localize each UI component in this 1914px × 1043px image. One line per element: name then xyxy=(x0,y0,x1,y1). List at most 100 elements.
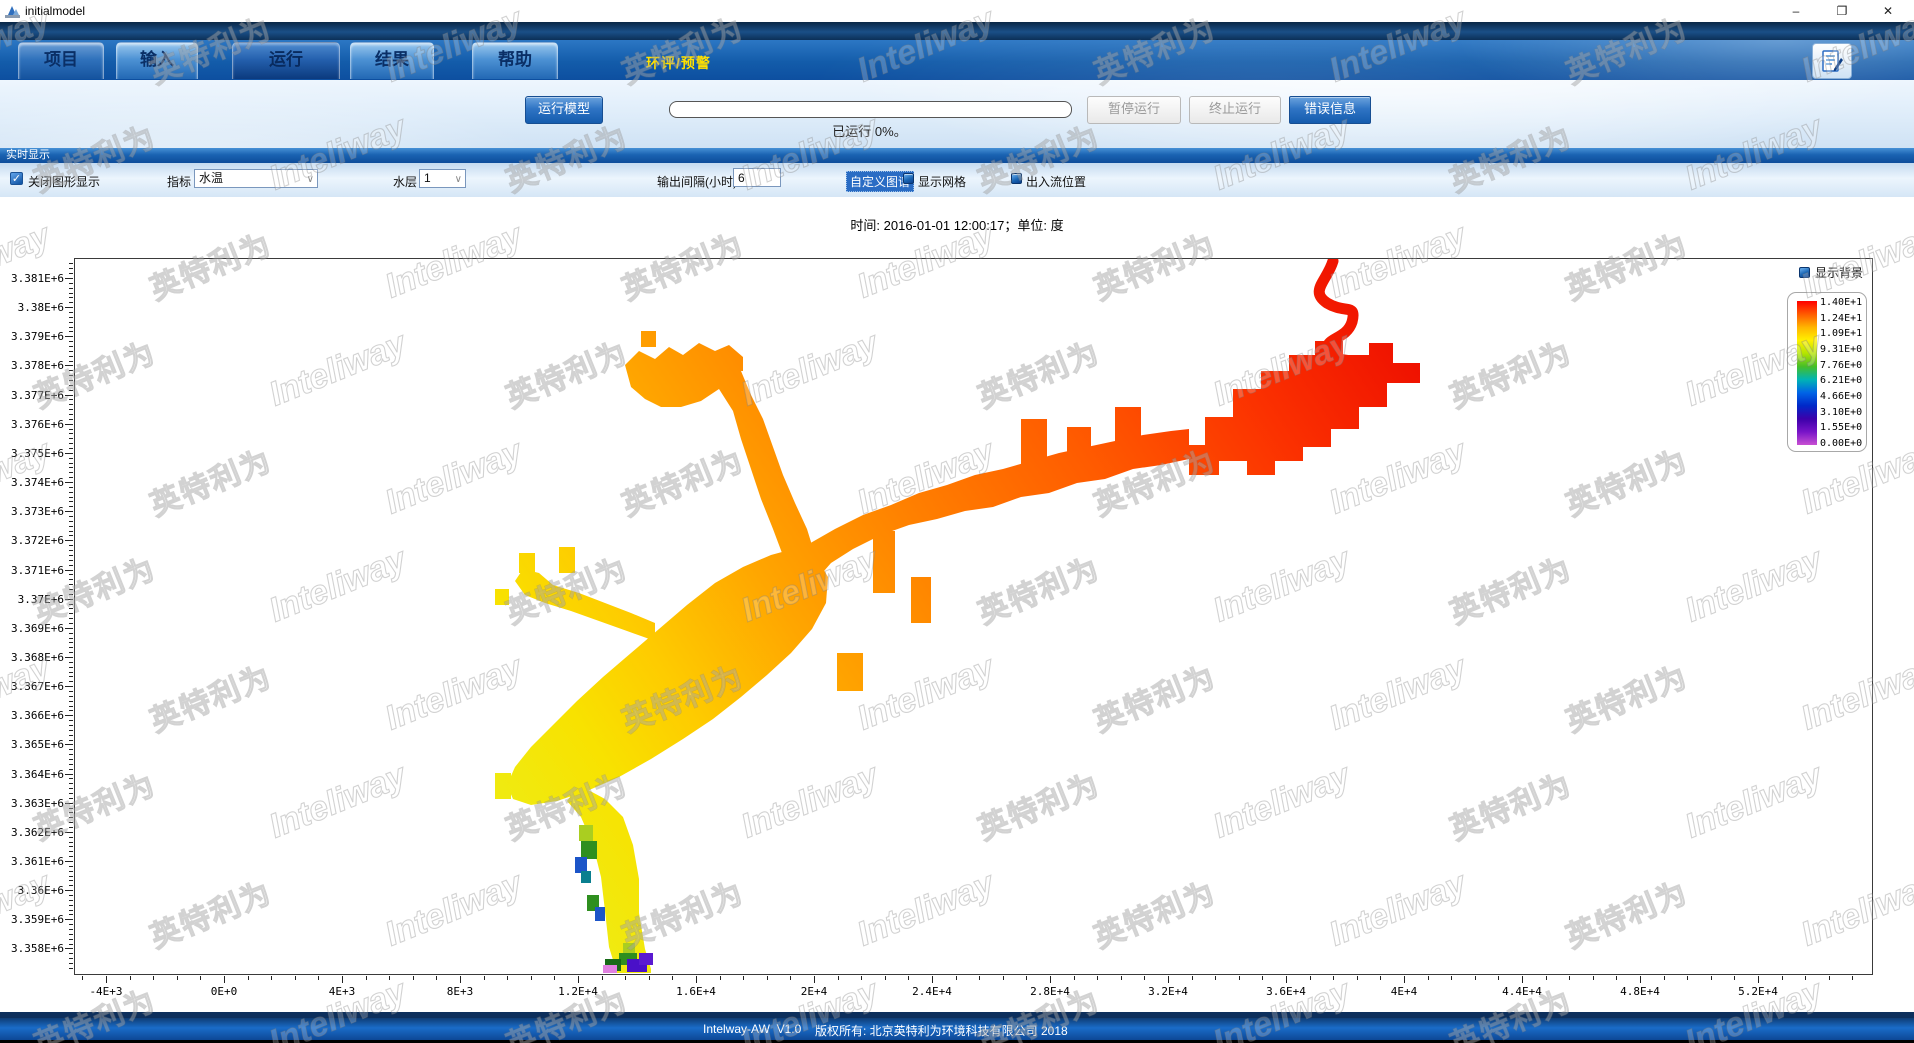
y-major-tick xyxy=(65,511,73,512)
indicator-select[interactable]: 水温 ∨ xyxy=(194,169,318,188)
title-bar: initialmodel – ❐ ✕ xyxy=(0,0,1914,22)
layer-select[interactable]: 1 ∨ xyxy=(419,169,466,188)
x-minor-tick xyxy=(507,976,508,980)
status-bar: Intelway-AW V1.0 版权所有: 北京英特利为环境科技有限公司 20… xyxy=(0,1018,1914,1040)
x-minor-tick xyxy=(1829,976,1830,980)
x-minor-tick xyxy=(1144,976,1145,980)
y-minor-tick xyxy=(69,390,73,391)
y-minor-tick xyxy=(69,851,73,852)
y-minor-tick xyxy=(69,565,73,566)
y-tick-label: 3.378E+6 xyxy=(0,359,64,372)
tab-help[interactable]: 帮助 xyxy=(472,42,558,79)
minimize-button[interactable]: – xyxy=(1774,0,1818,22)
layer-value: 1 xyxy=(424,171,431,185)
y-minor-tick xyxy=(69,608,73,609)
x-major-tick xyxy=(1758,976,1759,983)
y-major-tick xyxy=(65,803,73,804)
y-minor-tick xyxy=(69,618,73,619)
y-minor-tick xyxy=(69,910,73,911)
y-minor-tick xyxy=(69,463,73,464)
y-minor-tick xyxy=(69,268,73,269)
pause-run-button[interactable]: 暂停运行 xyxy=(1087,96,1181,124)
x-minor-tick xyxy=(1192,976,1193,980)
x-major-tick xyxy=(106,976,107,983)
y-minor-tick xyxy=(69,535,73,536)
y-minor-tick xyxy=(69,327,73,328)
temperature-map xyxy=(75,259,1872,974)
y-minor-tick xyxy=(69,492,73,493)
y-minor-tick xyxy=(69,293,73,294)
run-model-button[interactable]: 运行模型 xyxy=(525,96,603,124)
x-tick-label: 1.2E+4 xyxy=(546,985,610,998)
x-tick-label: 2.4E+4 xyxy=(900,985,964,998)
y-minor-tick xyxy=(69,759,73,760)
y-major-tick xyxy=(65,424,73,425)
x-minor-tick xyxy=(1805,976,1806,980)
y-minor-tick xyxy=(69,681,73,682)
y-minor-tick xyxy=(69,837,73,838)
x-minor-tick xyxy=(1852,976,1853,980)
close-button[interactable]: ✕ xyxy=(1866,0,1910,22)
y-minor-tick xyxy=(69,754,73,755)
y-minor-tick xyxy=(69,846,73,847)
x-major-tick xyxy=(1168,976,1169,983)
y-minor-tick xyxy=(69,895,73,896)
y-minor-tick xyxy=(69,497,73,498)
inout-flow-icon[interactable] xyxy=(1011,173,1022,184)
x-minor-tick xyxy=(1569,976,1570,980)
y-tick-label: 3.372E+6 xyxy=(0,534,64,547)
time-unit-label: 时间: 2016-01-01 12:00:17；单位: 度 xyxy=(0,215,1914,234)
stop-run-button[interactable]: 终止运行 xyxy=(1189,96,1281,124)
tab-project[interactable]: 项目 xyxy=(18,42,104,79)
y-minor-tick xyxy=(69,584,73,585)
close-graph-checkbox[interactable]: ✓ xyxy=(10,172,23,185)
y-minor-tick xyxy=(69,361,73,362)
error-info-button[interactable]: 错误信息 xyxy=(1289,96,1371,124)
y-minor-tick xyxy=(69,380,73,381)
interval-input[interactable] xyxy=(733,168,781,187)
x-major-tick xyxy=(814,976,815,983)
show-background-toggle[interactable]: 显示背景 xyxy=(1799,264,1863,281)
y-tick-label: 3.381E+6 xyxy=(0,272,64,285)
y-minor-tick xyxy=(69,433,73,434)
y-minor-tick xyxy=(69,939,73,940)
legend-value: 1.24E+1 xyxy=(1820,313,1866,324)
x-minor-tick xyxy=(625,976,626,980)
window-title: initialmodel xyxy=(25,4,85,18)
y-minor-tick xyxy=(69,730,73,731)
tab-input[interactable]: 输入 xyxy=(116,42,198,79)
y-minor-tick xyxy=(69,706,73,707)
y-minor-tick xyxy=(69,667,73,668)
tab-results[interactable]: 结果 xyxy=(350,42,434,79)
x-minor-tick xyxy=(908,976,909,980)
y-minor-tick xyxy=(69,924,73,925)
maximize-button[interactable]: ❐ xyxy=(1820,0,1864,22)
y-minor-tick xyxy=(69,356,73,357)
x-minor-tick xyxy=(602,976,603,980)
y-minor-tick xyxy=(69,487,73,488)
x-minor-tick xyxy=(767,976,768,980)
y-major-tick xyxy=(65,832,73,833)
x-minor-tick xyxy=(318,976,319,980)
x-minor-tick xyxy=(885,976,886,980)
tab-run[interactable]: 运行 xyxy=(232,42,340,79)
y-major-tick xyxy=(65,628,73,629)
x-tick-label: 3.2E+4 xyxy=(1136,985,1200,998)
x-minor-tick xyxy=(1074,976,1075,980)
y-minor-tick xyxy=(69,467,73,468)
x-major-tick xyxy=(1522,976,1523,983)
y-minor-tick xyxy=(69,812,73,813)
y-minor-tick xyxy=(69,769,73,770)
y-minor-tick xyxy=(69,827,73,828)
tab-eia-warning[interactable]: 环评/预警 xyxy=(646,53,711,73)
x-major-tick xyxy=(1640,976,1641,983)
y-minor-tick xyxy=(69,613,73,614)
y-major-tick xyxy=(65,307,73,308)
colorbar xyxy=(1797,301,1817,445)
show-grid-icon[interactable] xyxy=(903,173,914,184)
report-icon-button[interactable] xyxy=(1812,43,1852,79)
x-minor-tick xyxy=(1380,976,1381,980)
app-icon xyxy=(5,4,20,18)
y-minor-tick xyxy=(69,929,73,930)
show-background-label: 显示背景 xyxy=(1815,264,1863,281)
